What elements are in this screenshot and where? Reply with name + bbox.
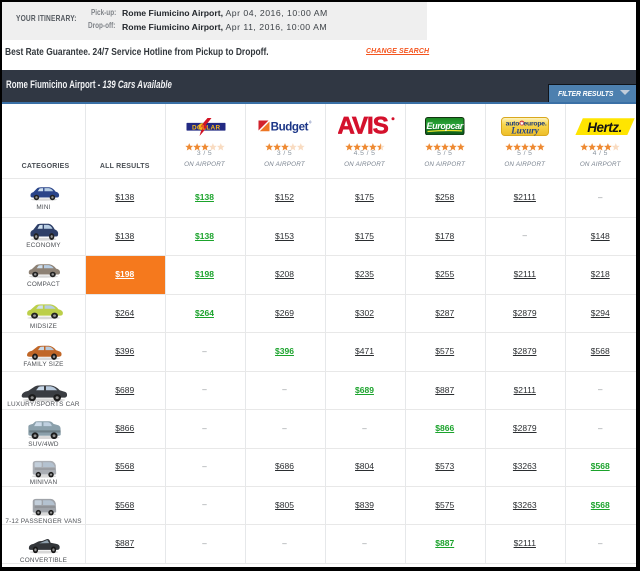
svg-text:Hertz.: Hertz. bbox=[587, 119, 622, 134]
svg-text:Budget: Budget bbox=[271, 120, 309, 133]
svg-text:®: ® bbox=[309, 120, 312, 124]
svg-text:Europcar: Europcar bbox=[427, 120, 464, 130]
svg-text:AVIS: AVIS bbox=[338, 116, 389, 135]
svg-text:Luxury: Luxury bbox=[510, 125, 540, 135]
svg-text:DOLLAR: DOLLAR bbox=[192, 124, 221, 131]
